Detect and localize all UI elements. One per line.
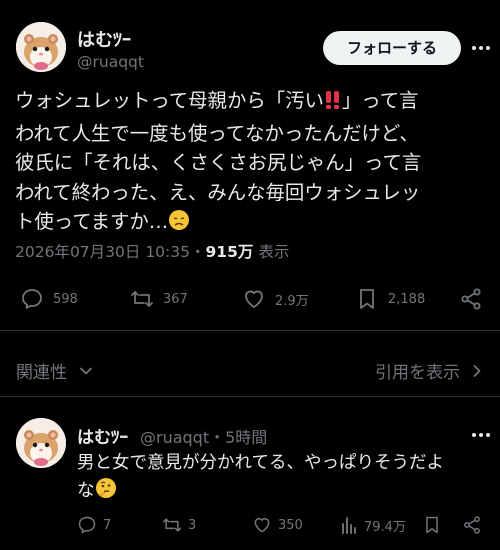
repost-icon [131,291,153,307]
thinking-face-icon [95,477,117,508]
more-options-icon[interactable] [472,46,490,50]
hamster-avatar-image [16,22,66,72]
reply-views-count: 79.4万 [364,519,406,535]
chevron-down-icon [80,367,92,374]
meta-separator: ・ [190,243,206,261]
reply-author-name[interactable]: はむﾂｰ [77,423,128,448]
repost-count: 367 [163,291,188,307]
reply-author-handle[interactable]: @ruaqqt [140,428,209,447]
tweet-text-line5: ト使ってますか… [15,210,169,233]
chevron-right-icon [473,364,481,377]
view-quotes-label: 引用を表示 [375,363,460,383]
views-label: 表示 [258,243,290,261]
reply-like-count: 350 [278,517,303,533]
reply-time[interactable]: ・5時間 [209,428,267,447]
double-exclamation-icon [324,89,342,119]
tweet-text-line1-end: 」って言 [341,89,419,112]
divider-top [0,330,500,331]
reply-sort-dropdown[interactable]: 関連性 [16,358,93,383]
repost-button[interactable]: 367 [130,287,188,311]
tweet-text-line2: われて人生で一度も使ってなかったんだけど、 [15,121,419,145]
reply-like-button[interactable]: 350 [252,515,303,535]
like-button[interactable]: 2.9万 [242,287,309,311]
tweet-text-line1: ウォシュレットって母親から「汚い [15,89,324,112]
bookmark-icon [360,289,374,309]
disappointed-face-icon [168,209,190,240]
heart-icon [245,290,263,308]
reply-text-line2: な [77,481,95,501]
hamster-avatar-image [16,418,66,468]
tweet-actions: 598 367 2.9万 2,188 [0,283,500,315]
tweet-timestamp[interactable]: 2026年07月30日 10:35 [15,243,190,261]
reply-meta: @ruaqqt・5時間 [140,424,267,448]
reply-repost-button[interactable]: 3 [162,515,196,535]
bookmark-icon [426,516,438,534]
reply-text-line1: 男と女で意見が分かれてる、やっぱりそうだよ [77,453,444,473]
reply-count: 598 [53,291,78,307]
reply-button[interactable]: 598 [20,287,78,311]
repost-icon [162,518,182,532]
views-chart-icon [342,517,356,534]
views-count: 915万 [205,243,254,261]
share-icon [461,288,481,310]
reply-icon [22,289,42,309]
tweet-text: ウォシュレットって母親から「汚い 」って言 われて人生で一度も使ってなかったんだけ… [15,86,490,240]
bookmark-count: 2,188 [388,291,426,307]
reply-share-button[interactable] [462,515,482,535]
like-count: 2.9万 [275,293,309,309]
divider-bottom [0,396,500,397]
reply-reply-button[interactable]: 7 [77,515,111,535]
reply-sort-label: 関連性 [16,363,67,383]
tweet-meta: 2026年07月30日 10:35・915万 表示 [15,240,289,262]
author-avatar[interactable] [16,22,66,72]
share-button[interactable] [459,287,483,311]
reply-reply-count: 7 [103,517,112,533]
reply-views-button[interactable]: 79.4万 [340,515,406,535]
author-name[interactable]: はむﾂｰ [77,26,131,52]
reply-icon [78,516,96,534]
view-quotes-link[interactable]: 引用を表示 [375,358,482,383]
author-handle[interactable]: @ruaqqt [77,53,144,71]
reply-text: 男と女で意見が分かれてる、やっぱりそうだよ な [77,450,482,508]
share-icon [464,516,480,534]
bookmark-button[interactable]: 2,188 [355,287,425,311]
tweet-text-line4: われて終わった、え、みんな毎回ウォシュレッ [15,180,421,204]
reply-actions: 7 3 350 79.4万 [0,513,500,539]
reply-author-avatar[interactable] [16,418,66,468]
tweet-text-line3: 彼氏に「それは、くさくさお尻じゃん」って言 [15,151,422,174]
reply-bookmark-button[interactable] [422,515,442,535]
follow-button[interactable]: フォローする [323,31,461,65]
heart-icon [254,518,270,533]
reply-repost-count: 3 [188,517,197,533]
reply-more-options-icon[interactable] [472,433,490,437]
